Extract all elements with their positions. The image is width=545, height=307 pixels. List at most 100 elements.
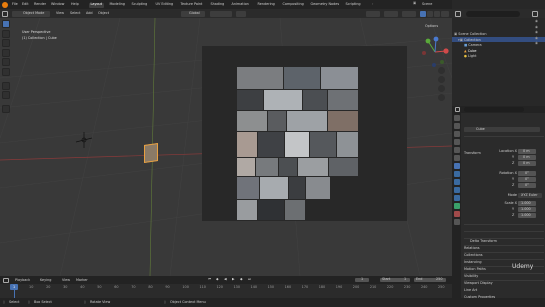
shading-options-button[interactable] <box>441 10 449 17</box>
select-box-tool[interactable] <box>2 20 10 28</box>
vp-menu-view[interactable]: View <box>56 11 64 15</box>
play-reverse-icon[interactable]: ◀ <box>224 277 227 281</box>
navigation-gizmo[interactable] <box>418 35 452 69</box>
chevron-right-icon[interactable]: › <box>372 2 373 6</box>
timeline-menu-view[interactable]: View <box>62 278 70 282</box>
tab-geometry-nodes[interactable]: Geometry Nodes <box>309 2 341 8</box>
shading-rendered-button[interactable] <box>434 10 440 17</box>
options-button[interactable]: Options <box>425 24 438 28</box>
scale-x-field[interactable]: 1.000 <box>518 201 536 206</box>
vp-menu-object[interactable]: Object <box>98 11 109 15</box>
tab-texture-paint[interactable]: Texture Paint <box>179 2 204 8</box>
menu-file[interactable]: File <box>12 2 18 6</box>
scale-z-field[interactable]: 1.000 <box>518 213 536 218</box>
tab-compositing[interactable]: Compositing <box>281 2 305 8</box>
overlay-toggle[interactable] <box>402 10 416 17</box>
timeline-menu-keying[interactable]: Keying <box>40 278 51 282</box>
location-x-field[interactable]: 0 m <box>518 149 536 154</box>
menu-help[interactable]: Help <box>71 2 79 6</box>
timeline-menu-marker[interactable]: Marker <box>76 278 88 282</box>
timeline[interactable]: Playback Keying View Marker ⏮ ◆ ◀ ▶ ◆ ⏭ … <box>0 264 533 298</box>
scale-y-field[interactable]: 1.000 <box>518 207 536 212</box>
zoom-icon[interactable] <box>438 67 445 74</box>
menu-edit[interactable]: Edit <box>22 2 29 6</box>
transform-panel-header[interactable]: Transform <box>464 136 544 155</box>
filter-icon[interactable] <box>532 10 538 17</box>
menu-render[interactable]: Render <box>34 2 46 6</box>
panel-relations[interactable]: Relations <box>464 231 544 250</box>
rotate-tool[interactable] <box>2 48 10 57</box>
camera-view-icon[interactable] <box>438 85 445 92</box>
add-cube-tool[interactable] <box>2 105 10 113</box>
gizmo-toggle[interactable] <box>384 10 398 17</box>
jump-start-icon[interactable]: ⏮ <box>208 277 211 281</box>
physics-tab-icon[interactable] <box>453 187 460 193</box>
object-name-field[interactable]: Cube <box>464 127 540 132</box>
annotate-tool[interactable] <box>2 81 10 90</box>
view-layer-tab-icon[interactable] <box>453 139 460 145</box>
scale-tool[interactable] <box>2 58 10 66</box>
shading-solid-button[interactable] <box>420 10 426 17</box>
grid-toggle-icon[interactable] <box>438 94 445 101</box>
rotation-y-field[interactable]: 0° <box>518 177 536 182</box>
rotation-mode-dropdown[interactable]: XYZ Euler <box>518 193 542 198</box>
blender-logo-icon[interactable] <box>2 1 8 8</box>
data-tab-icon[interactable] <box>453 203 460 209</box>
measure-tool[interactable] <box>2 91 10 99</box>
tool-tab-icon[interactable] <box>453 115 460 121</box>
tab-shading[interactable]: Shading <box>209 2 226 8</box>
render-tab-icon[interactable] <box>453 123 460 129</box>
material-tab-icon[interactable] <box>453 211 460 217</box>
orientation-dropdown[interactable]: Global <box>181 10 205 17</box>
prev-keyframe-icon[interactable]: ◆ <box>216 277 219 281</box>
tab-modeling[interactable]: Modeling <box>108 2 126 8</box>
eye-icon[interactable]: ◉ <box>535 41 541 48</box>
list-item[interactable]: ● Light <box>452 42 545 57</box>
properties-editor-icon[interactable] <box>455 107 460 112</box>
tab-rendering[interactable]: Rendering <box>256 2 276 8</box>
tab-scripting[interactable]: Scripting <box>344 2 362 8</box>
modifier-tab-icon[interactable] <box>453 171 460 177</box>
output-tab-icon[interactable] <box>453 131 460 137</box>
cursor-tool[interactable] <box>2 29 10 38</box>
jump-end-icon[interactable]: ⏭ <box>248 277 251 281</box>
texture-tab-icon[interactable] <box>453 219 460 225</box>
timeline-ruler[interactable]: 0102030405060708090100110120130140150160… <box>0 285 452 290</box>
timeline-editor-icon[interactable] <box>3 277 9 283</box>
mode-dropdown[interactable]: Object Mode <box>12 10 50 17</box>
constraints-tab-icon[interactable] <box>453 195 460 201</box>
move-tool[interactable] <box>2 39 10 47</box>
play-icon[interactable]: ▶ <box>232 277 235 281</box>
scene-name[interactable]: Scene <box>422 2 432 6</box>
rotation-x-field[interactable]: 0° <box>518 171 536 176</box>
editor-type-icon[interactable] <box>2 10 8 17</box>
tab-uv-editing[interactable]: UV Editing <box>154 2 175 8</box>
outliner-search-input[interactable] <box>466 10 520 17</box>
visibility-toggle[interactable] <box>366 10 380 17</box>
menu-window[interactable]: Window <box>51 2 64 6</box>
proportional-editing-toggle[interactable] <box>236 10 246 17</box>
end-frame-field[interactable]: End 250 <box>414 277 446 282</box>
scene-tab-icon[interactable] <box>453 147 460 153</box>
world-tab-icon[interactable] <box>453 155 460 161</box>
3d-viewport[interactable]: User Perspective (1) Collection | Cube O… <box>0 18 452 276</box>
tab-sculpting[interactable]: Sculpting <box>130 2 149 8</box>
timeline-menu-playback[interactable]: Playback <box>15 278 30 282</box>
panel-delta-transform[interactable]: Delta Transform <box>464 224 544 243</box>
snap-toggle[interactable] <box>210 10 232 17</box>
current-frame-field[interactable]: 1 <box>355 277 369 282</box>
particles-tab-icon[interactable] <box>453 179 460 185</box>
object-tab-icon[interactable] <box>453 163 460 169</box>
shading-material-button[interactable] <box>427 10 433 17</box>
transform-tool[interactable] <box>2 67 10 76</box>
pan-hand-icon[interactable] <box>438 76 445 83</box>
location-y-field[interactable]: 0 m <box>518 155 536 160</box>
location-z-field[interactable]: 0 m <box>518 161 536 166</box>
properties-search-input[interactable] <box>464 107 524 112</box>
tab-layout[interactable]: Layout <box>89 2 104 8</box>
vp-menu-select[interactable]: Select <box>70 11 80 15</box>
vp-menu-add[interactable]: Add <box>86 11 93 15</box>
outliner-editor-icon[interactable] <box>455 10 461 17</box>
cube-object[interactable] <box>144 143 158 163</box>
start-frame-field[interactable]: Start 1 <box>380 277 410 282</box>
